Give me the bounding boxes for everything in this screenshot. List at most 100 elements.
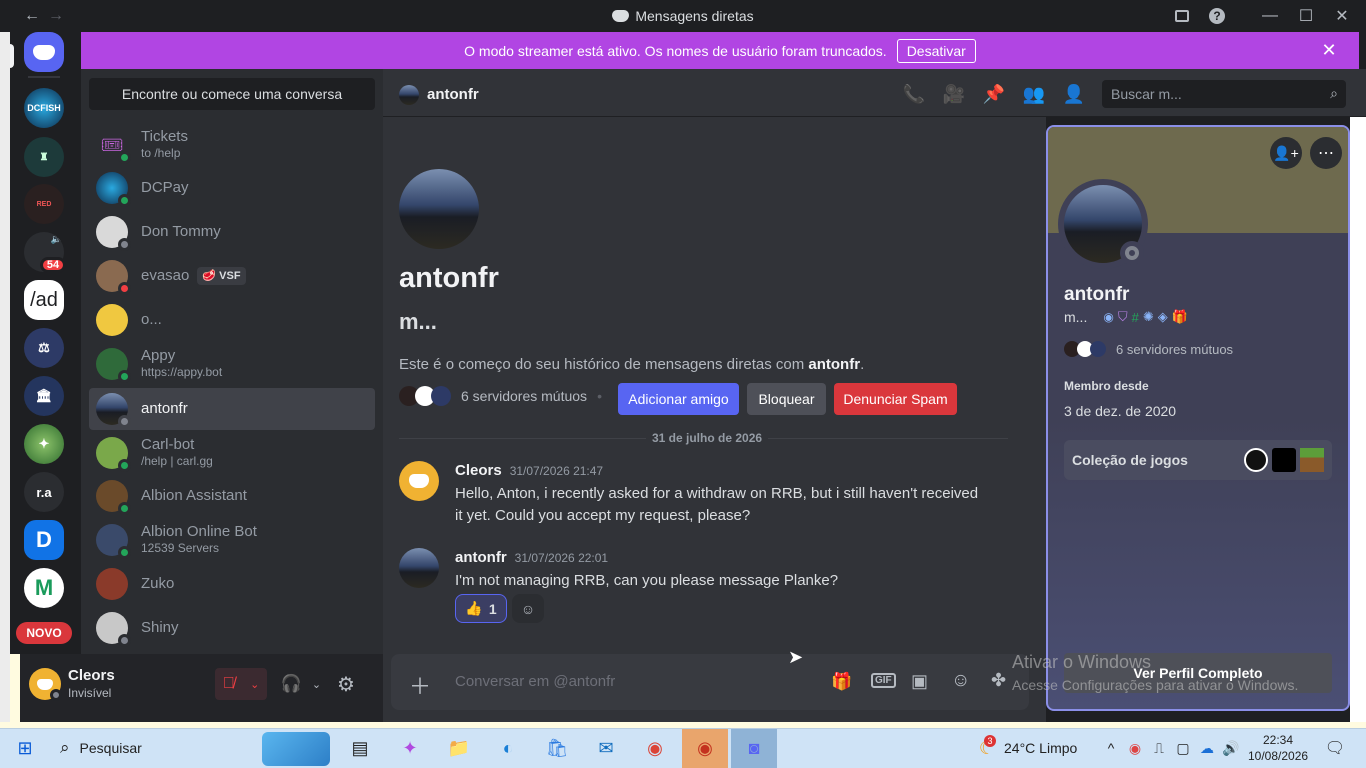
game-collection[interactable]: Coleção de jogos — [1064, 440, 1332, 480]
message-avatar[interactable] — [399, 548, 439, 588]
server-red-reserve[interactable]: RED — [24, 184, 64, 224]
copilot-icon[interactable]: ✦ — [393, 734, 427, 762]
dm-item-shiny[interactable]: Shiny — [89, 607, 375, 649]
disable-streamer-button[interactable]: Desativar — [896, 38, 976, 63]
task-view-icon[interactable]: ▤ — [343, 734, 377, 762]
server-green[interactable]: ✦ — [24, 424, 64, 464]
discord-logo-icon — [33, 44, 55, 60]
profile-panel: 👤+ ⋯ antonfr m... ◉ ⛉ # ✺ ◈ 🎁 6 servidor… — [1046, 125, 1350, 711]
emoji-icon[interactable]: ☺ — [951, 670, 970, 692]
voice-call-icon[interactable]: 📞 — [902, 84, 926, 105]
settings-gear-icon[interactable]: ⚙ — [334, 668, 358, 700]
new-badge: NOVO — [16, 622, 72, 644]
dm-item-antonfr[interactable]: antonfr — [89, 388, 375, 430]
message-author[interactable]: Cleors — [455, 462, 502, 479]
banner-text: O modo streamer está ativo. Os nomes de … — [464, 42, 887, 59]
message-time: 31/07/2026 22:01 — [514, 551, 609, 565]
server-building[interactable]: 🏛 — [24, 376, 64, 416]
home-button[interactable] — [24, 32, 64, 72]
gif-icon[interactable]: GIF — [871, 673, 896, 688]
minimize-icon[interactable]: — — [1256, 2, 1284, 30]
avatar — [96, 393, 131, 428]
dm-item-zuko[interactable]: Zuko — [89, 563, 375, 605]
guild-tag: 🥩 VSF — [197, 267, 246, 285]
weather-text[interactable]: 24°C Limpo — [1004, 740, 1077, 756]
badge-icon[interactable]: ◉ — [1103, 310, 1113, 324]
chevron-down-icon: ⌄ — [250, 678, 260, 691]
dm-item-don-tommy[interactable]: Don Tommy — [89, 211, 375, 253]
dm-item-appy[interactable]: Appy https://appy.bot — [89, 343, 375, 385]
add-reaction-icon[interactable]: ☺ — [512, 594, 544, 623]
boost-badge-icon[interactable]: ✺ — [1143, 309, 1154, 325]
channel-name: antonfr — [427, 86, 479, 103]
dm-item-albion-assistant[interactable]: Albion Assistant — [89, 475, 375, 517]
dm-item-evasao[interactable]: evasao 🥩 VSF — [89, 255, 375, 297]
browser-icon[interactable]: ◉ — [688, 734, 722, 762]
gift-icon[interactable]: 🎁 — [831, 672, 852, 692]
date-divider: 31 de julho de 2026 — [646, 431, 769, 445]
tag-icon: 🥩 — [202, 270, 217, 282]
server-dcfish[interactable]: DCFISH — [24, 88, 64, 128]
message-author[interactable]: antonfr — [455, 549, 507, 566]
server-m[interactable]: M — [24, 568, 64, 608]
deafen-button[interactable]: 🎧 ⌄ — [276, 668, 326, 700]
add-friend-button[interactable]: Adicionar amigo — [618, 383, 739, 415]
mute-button[interactable]: 🎙̸ ⌄ — [215, 668, 267, 700]
dm-item-tickets[interactable]: 🎟 Tickets to /help — [89, 124, 375, 166]
report-spam-button[interactable]: Denunciar Spam — [834, 383, 957, 415]
server-icon — [1090, 341, 1106, 357]
video-call-icon[interactable]: 🎥 — [942, 84, 966, 105]
more-options-icon[interactable]: ⋯ — [1310, 137, 1342, 169]
server-ad[interactable]: /ad — [24, 280, 64, 320]
add-friend-icon[interactable]: 👤+ — [1270, 137, 1302, 169]
desktop-edge — [1350, 117, 1366, 722]
close-icon[interactable]: ✕ — [1319, 40, 1339, 61]
maximize-icon[interactable]: ☐ — [1292, 2, 1320, 30]
windows-start-icon[interactable]: ⊞ — [8, 734, 42, 762]
file-explorer-icon[interactable]: 📁 — [442, 734, 476, 762]
server-d[interactable]: D — [24, 520, 64, 560]
notifications-icon[interactable]: 🗨 — [1318, 734, 1352, 762]
help-icon[interactable]: ? — [1203, 2, 1231, 30]
volume-icon[interactable]: 🔊 — [1214, 734, 1248, 762]
gift-badge-icon[interactable]: 🎁 — [1172, 309, 1188, 325]
dm-item-carl-bot[interactable]: Carl-bot/help | carl.gg — [89, 432, 375, 474]
close-window-icon[interactable]: ✕ — [1328, 2, 1356, 30]
sticker-icon[interactable]: ▣ — [911, 671, 928, 692]
profile-mutual-servers[interactable]: 6 servidores mútuos — [1064, 341, 1233, 357]
dm-item-o[interactable]: o... — [89, 299, 375, 341]
title-bar: ← → Mensagens diretas ? — ☐ ✕ — [0, 0, 1366, 32]
chrome-icon[interactable]: ◉ — [638, 734, 672, 762]
server-2[interactable]: ♜ — [24, 137, 64, 177]
find-conversation-button[interactable]: Encontre ou comece uma conversa — [89, 78, 375, 110]
dm-item-albion-online-bot[interactable]: Albion Online Bot 12539 Servers — [89, 519, 375, 561]
server-ra[interactable]: r.a — [24, 472, 64, 512]
crest-icon: ♜ — [39, 151, 49, 163]
reaction-thumbs-up[interactable]: 👍 1 — [455, 594, 507, 623]
mutual-servers[interactable]: 6 servidores mútuos • — [399, 386, 602, 406]
dm-item-dcpay[interactable]: DCPay — [89, 167, 375, 209]
username: Cleors — [68, 667, 115, 684]
user-profile-icon[interactable]: 👤 — [1062, 84, 1086, 105]
avatar — [96, 216, 131, 251]
inbox-icon[interactable] — [1168, 2, 1196, 30]
profile-badges: m... ◉ ⛉ # ✺ ◈ 🎁 — [1064, 309, 1188, 325]
clock[interactable]: 22:34 10/08/2026 — [1248, 732, 1308, 764]
nitro-badge-icon[interactable]: ⛉ — [1118, 309, 1128, 325]
search-input[interactable]: Buscar m... ⌕ — [1102, 80, 1346, 108]
edge-icon[interactable]: ◐ — [491, 734, 525, 762]
store-icon[interactable]: 🛍 — [540, 734, 574, 762]
server-justice[interactable]: ⚖ — [24, 328, 64, 368]
plus-icon[interactable]: ＋ — [409, 669, 431, 701]
pin-icon[interactable]: 📌 — [982, 84, 1006, 105]
block-button[interactable]: Bloquear — [747, 383, 826, 415]
quest-badge-icon[interactable]: ◈ — [1158, 309, 1168, 325]
outlook-icon[interactable]: ✉ — [589, 734, 623, 762]
forward-arrow-icon[interactable]: → — [42, 2, 70, 30]
add-member-icon[interactable]: 👥 — [1022, 84, 1046, 105]
message-avatar[interactable] — [399, 461, 439, 501]
message-input[interactable]: Conversar em @antonfr — [455, 673, 615, 690]
apps-icon[interactable]: ✤ — [991, 670, 1006, 691]
discord-taskbar-icon[interactable]: ◙ — [737, 734, 771, 762]
hashtag-badge-icon[interactable]: # — [1132, 310, 1139, 325]
